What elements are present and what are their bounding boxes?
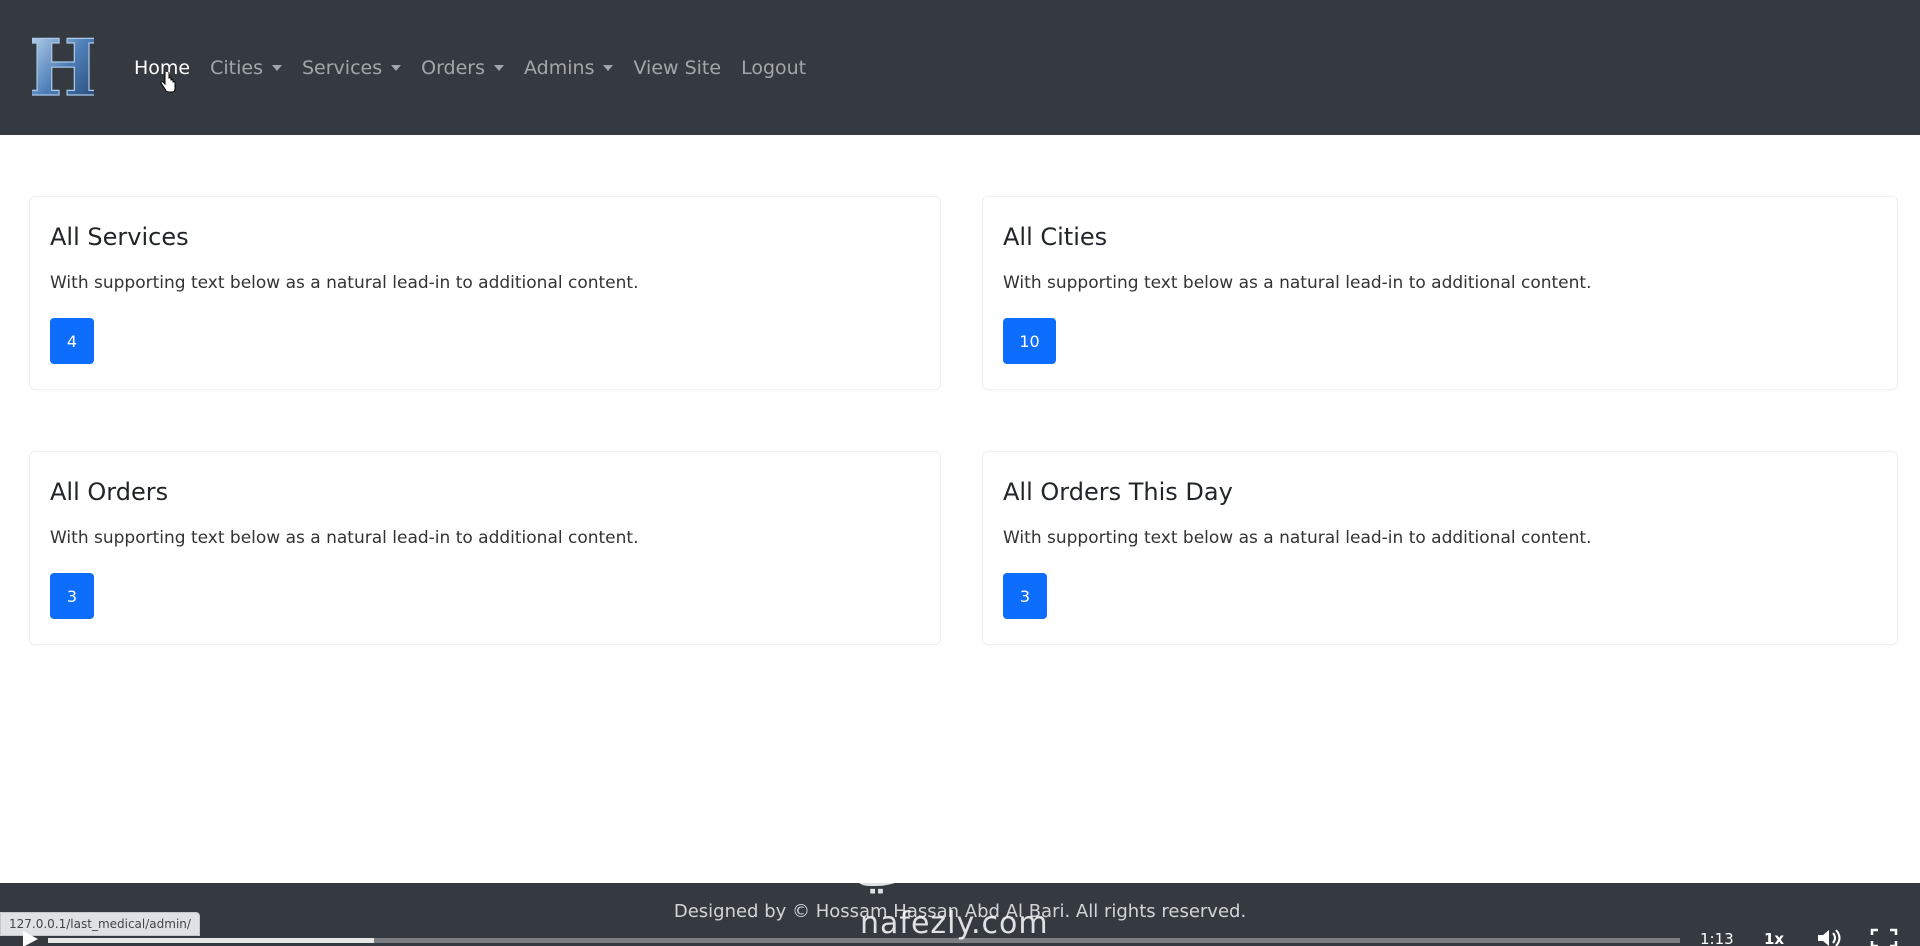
nav-item-label: Logout [741, 56, 807, 79]
progress-track[interactable] [48, 938, 1680, 943]
brand-logo[interactable]: H [30, 23, 96, 113]
card-text: With supporting text below as a natural … [1003, 528, 1592, 548]
card-title: All Orders This Day [1003, 478, 1233, 506]
caret-down-icon [494, 64, 505, 71]
main-nav: Home Cities Services Orders Admins View Site L… [134, 57, 826, 79]
caret-down-icon [391, 64, 402, 71]
nav-item-label: Admins [524, 56, 595, 79]
card-text: With supporting text below as a natural … [50, 273, 639, 293]
nav-item-orders[interactable]: Orders [421, 56, 505, 79]
nav-item-label: View Site [633, 56, 722, 79]
card-title: All Orders [50, 478, 169, 506]
nav-item-logout[interactable]: Logout [741, 57, 806, 79]
video-player-controls: 1:13 1x [0, 926, 1920, 946]
card-text: With supporting text below as a natural … [1003, 273, 1592, 293]
hand-cursor-icon [160, 72, 176, 93]
nav-item-label: Cities [210, 56, 263, 79]
card-title: All Services [50, 223, 189, 251]
volume-icon[interactable] [1816, 928, 1844, 946]
nav-item-label: Services [301, 56, 383, 79]
nav-item-label: Orders [421, 56, 486, 79]
play-icon[interactable] [20, 930, 40, 946]
top-navbar: H Home Cities Services Orders Admins View Sit… [0, 0, 1920, 135]
caret-down-icon [271, 64, 282, 71]
fullscreen-icon[interactable] [1870, 928, 1898, 946]
card-all-services: All Services With supporting text below … [29, 196, 941, 390]
orders-count-button[interactable]: 3 [50, 573, 94, 619]
playback-speed-button[interactable]: 1x [1764, 930, 1784, 946]
nav-item-admins[interactable]: Admins [524, 56, 614, 79]
nav-item-services[interactable]: Services [301, 56, 402, 79]
cities-count-button[interactable]: 10 [1003, 318, 1056, 364]
services-count-button[interactable]: 4 [50, 318, 94, 364]
brand-letter: H [32, 25, 94, 111]
brand-logo-icon: H [32, 25, 94, 111]
card-text: With supporting text below as a natural … [50, 528, 639, 548]
card-all-orders-this-day: All Orders This Day With supporting text… [982, 451, 1898, 645]
watermark-arabic: نفذلي [850, 820, 1046, 894]
caret-down-icon [603, 64, 614, 71]
nav-item-view-site[interactable]: View Site [633, 57, 721, 79]
orders-today-count-button[interactable]: 3 [1003, 573, 1047, 619]
card-all-cities: All Cities With supporting text below as… [982, 196, 1898, 390]
card-all-orders: All Orders With supporting text below as… [29, 451, 941, 645]
time-label: 1:13 [1700, 930, 1734, 946]
nav-item-cities[interactable]: Cities [210, 57, 282, 79]
progress-fill [48, 938, 375, 943]
card-title: All Cities [1003, 223, 1108, 251]
